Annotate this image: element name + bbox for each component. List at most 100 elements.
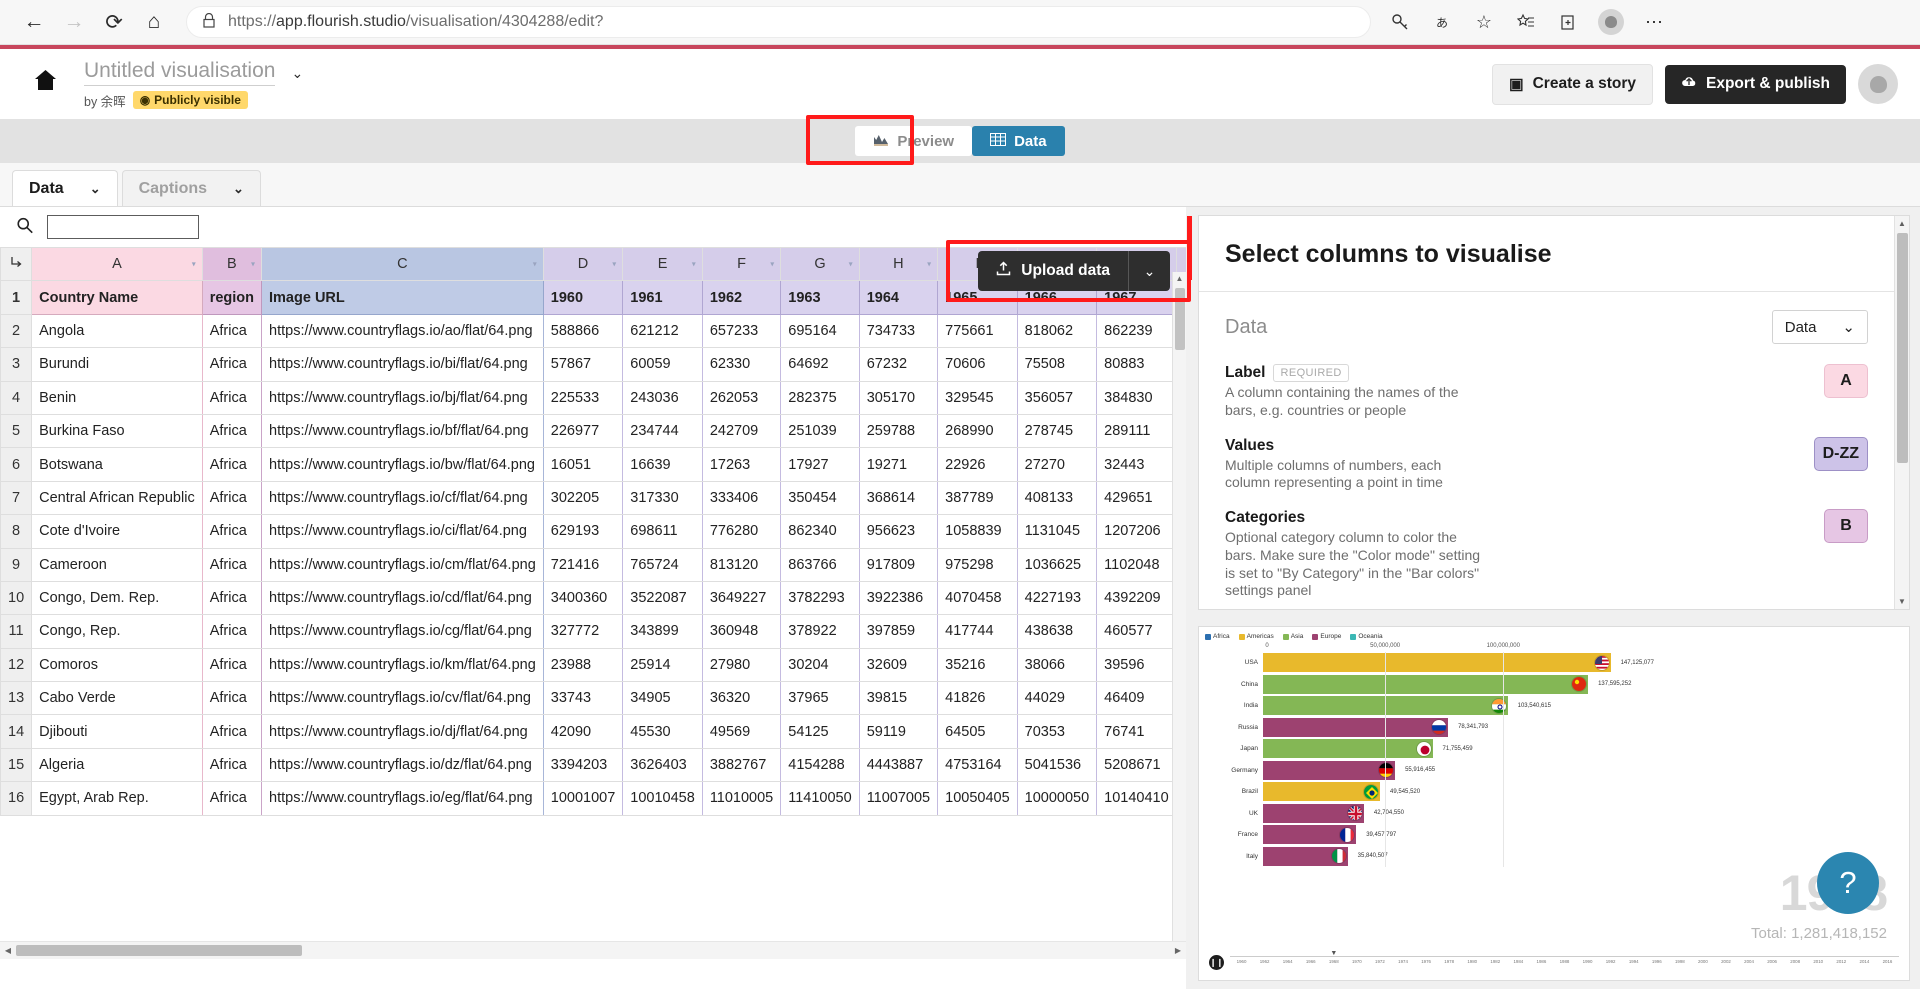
table-cell[interactable]: 863766: [780, 547, 860, 582]
row-number[interactable]: 16: [0, 781, 33, 816]
column-sort-caret-icon[interactable]: ▾: [692, 260, 696, 269]
table-cell[interactable]: 262053: [701, 380, 782, 415]
timeline-tick[interactable]: 2010: [1813, 959, 1823, 964]
favorite-icon[interactable]: ☆: [1465, 4, 1503, 40]
table-cell[interactable]: Africa: [201, 681, 263, 716]
table-cell[interactable]: https://www.countryflags.io/eg/flat/64.p…: [261, 781, 544, 816]
table-cell[interactable]: 27270: [1016, 447, 1098, 482]
table-cell[interactable]: Congo, Rep.: [31, 614, 203, 649]
table-cell[interactable]: 1963: [780, 280, 860, 315]
table-cell[interactable]: 4392209: [1096, 580, 1177, 616]
timeline-tick[interactable]: 2012: [1836, 959, 1846, 964]
timeline-tick[interactable]: 1966: [1306, 959, 1316, 964]
table-cell[interactable]: 3922386: [858, 580, 939, 616]
timeline-tick[interactable]: 2014: [1860, 959, 1870, 964]
user-avatar[interactable]: [1858, 64, 1898, 104]
table-cell[interactable]: 80883: [1096, 347, 1177, 382]
table-cell[interactable]: 460577: [1096, 614, 1177, 649]
table-cell[interactable]: 775661: [937, 313, 1018, 349]
legend-item-europe[interactable]: Europe: [1312, 633, 1341, 640]
table-cell[interactable]: 3882767: [701, 747, 782, 783]
table-cell[interactable]: 282375: [780, 380, 860, 415]
table-cell[interactable]: Africa: [201, 647, 263, 683]
timeline-tick[interactable]: 1978: [1444, 959, 1454, 964]
table-cell[interactable]: 4154288: [780, 747, 860, 783]
sheet-corner-cell[interactable]: [0, 247, 33, 282]
panel-scroll-down-icon[interactable]: ▼: [1895, 594, 1909, 609]
table-cell[interactable]: https://www.countryflags.io/ao/flat/64.p…: [261, 313, 544, 349]
table-cell[interactable]: 42090: [542, 714, 624, 749]
table-cell[interactable]: Africa: [201, 347, 263, 382]
table-cell[interactable]: https://www.countryflags.io/bf/flat/64.p…: [261, 413, 544, 449]
row-number[interactable]: 15: [0, 747, 33, 783]
table-cell[interactable]: 49569: [701, 714, 782, 749]
column-header-d[interactable]: D ▾: [542, 247, 624, 282]
table-row[interactable]: 10 Congo, Dem. Rep. Africa https://www.coun…: [0, 580, 1186, 616]
table-cell[interactable]: Burundi: [31, 347, 203, 382]
table-cell[interactable]: https://www.countryflags.io/bi/flat/64.p…: [261, 347, 544, 382]
table-cell[interactable]: 629193: [542, 514, 624, 549]
table-cell[interactable]: 17263: [701, 447, 782, 482]
table-cell[interactable]: Algeria: [31, 747, 203, 783]
timeline-tick[interactable]: 1960: [1237, 959, 1247, 964]
table-cell[interactable]: 1960: [542, 280, 624, 315]
table-cell[interactable]: 4227193: [1016, 580, 1098, 616]
table-cell[interactable]: 35216: [937, 647, 1018, 683]
table-cell[interactable]: 3394203: [542, 747, 624, 783]
tab-data[interactable]: Data: [972, 126, 1065, 156]
table-cell[interactable]: 278745: [1016, 413, 1098, 449]
legend-item-africa[interactable]: Africa: [1205, 633, 1230, 640]
table-cell[interactable]: Comoros: [31, 647, 203, 683]
table-cell[interactable]: Africa: [201, 480, 263, 516]
table-cell[interactable]: Cote d'Ivoire: [31, 514, 203, 549]
row-number[interactable]: 11: [0, 614, 33, 649]
table-cell[interactable]: 975298: [937, 547, 1018, 582]
timeline-tick[interactable]: 2002: [1721, 959, 1731, 964]
table-cell[interactable]: 813120: [701, 547, 782, 582]
chevron-down-icon[interactable]: ⌄: [233, 181, 244, 197]
chevron-down-icon[interactable]: ⌄: [90, 181, 101, 197]
table-cell[interactable]: 387789: [937, 480, 1018, 516]
row-number[interactable]: 10: [0, 580, 33, 616]
play-pause-button[interactable]: ❙❙: [1209, 954, 1224, 970]
table-cell[interactable]: Africa: [201, 714, 263, 749]
table-cell[interactable]: 242709: [701, 413, 782, 449]
table-cell[interactable]: 59119: [858, 714, 939, 749]
timeline-tick[interactable]: 2016: [1883, 959, 1893, 964]
table-cell[interactable]: 917809: [858, 547, 939, 582]
table-cell[interactable]: 67232: [858, 347, 939, 382]
visibility-badge[interactable]: ◉ Publicly visible: [132, 91, 248, 109]
table-cell[interactable]: 408133: [1016, 480, 1098, 516]
flourish-home-icon[interactable]: [22, 68, 68, 100]
table-cell[interactable]: https://www.countryflags.io/dz/flat/64.p…: [261, 747, 544, 783]
timeline-tick[interactable]: 1990: [1583, 959, 1593, 964]
table-cell[interactable]: 333406: [701, 480, 782, 516]
table-cell[interactable]: 1207206: [1096, 514, 1177, 549]
table-cell[interactable]: 60059: [622, 347, 703, 382]
table-cell[interactable]: 1058839: [937, 514, 1018, 549]
timeline-tick[interactable]: 1976: [1421, 959, 1431, 964]
table-cell[interactable]: 368614: [858, 480, 939, 516]
row-number[interactable]: 3: [0, 347, 33, 382]
table-cell[interactable]: 243036: [622, 380, 703, 415]
timeline-tick[interactable]: 1992: [1606, 959, 1616, 964]
hscroll-thumb[interactable]: [16, 945, 302, 956]
timeline-slider[interactable]: 1960 1962 1964 1966 1968 1970 1972 1974 1976 1978…: [1230, 950, 1899, 968]
column-header-f[interactable]: F ▾: [701, 247, 782, 282]
table-cell[interactable]: https://www.countryflags.io/cv/flat/64.p…: [261, 681, 544, 716]
column-header-g[interactable]: G ▾: [780, 247, 860, 282]
row-number[interactable]: 9: [0, 547, 33, 582]
table-cell[interactable]: 384830: [1096, 380, 1177, 415]
timeline-tick[interactable]: 1974: [1398, 959, 1408, 964]
table-cell[interactable]: 33743: [542, 681, 624, 716]
table-cell[interactable]: Egypt, Arab Rep.: [31, 781, 203, 816]
scroll-right-icon[interactable]: ▶: [1170, 946, 1186, 955]
column-header-a[interactable]: A ▾: [31, 247, 203, 282]
timeline-tick[interactable]: 1994: [1629, 959, 1639, 964]
table-cell[interactable]: 16639: [622, 447, 703, 482]
column-sort-caret-icon[interactable]: ▾: [192, 260, 196, 269]
help-button[interactable]: ?: [1817, 852, 1879, 914]
visualisation-title[interactable]: Untitled visualisation: [84, 59, 276, 86]
table-cell[interactable]: 36320: [701, 681, 782, 716]
column-sort-caret-icon[interactable]: ▾: [612, 260, 616, 269]
